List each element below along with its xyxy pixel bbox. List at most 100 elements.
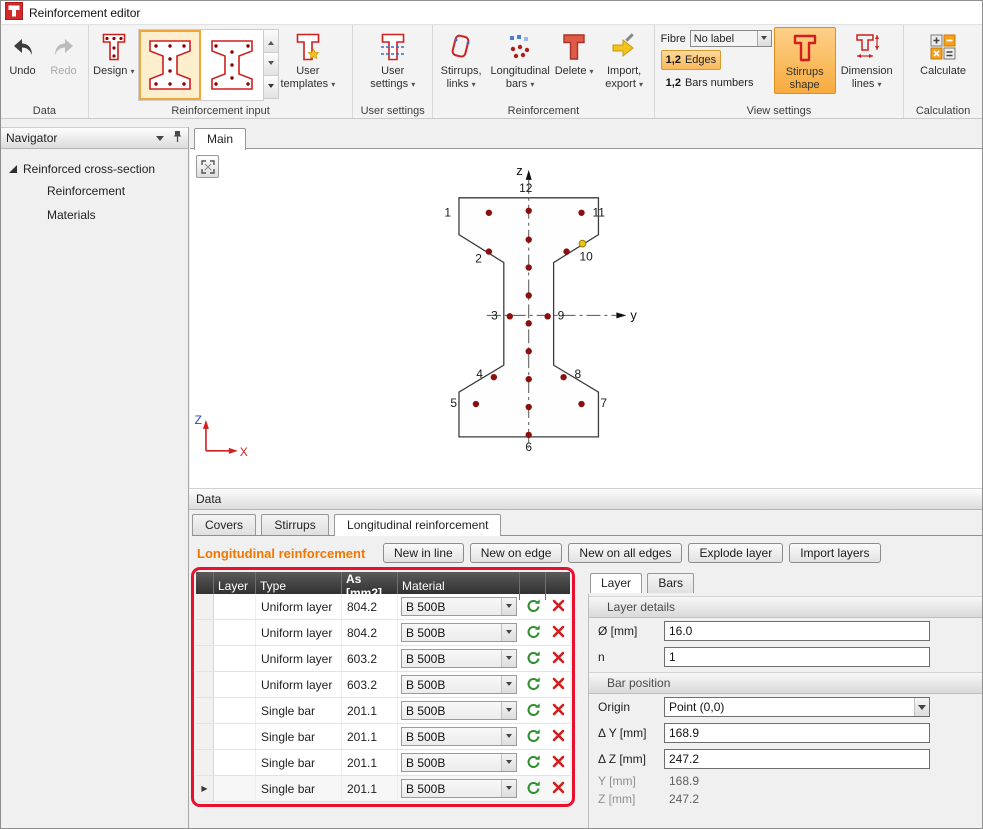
rebar-dot[interactable] (563, 248, 569, 254)
delete-button[interactable]: Delete ▾ (552, 27, 596, 80)
rebar-dot[interactable] (526, 208, 532, 214)
row-selector[interactable] (196, 776, 214, 801)
stirrups-links-button[interactable]: Stirrups, links ▾ (434, 27, 488, 92)
import-layers-button[interactable]: Import layers (789, 543, 880, 563)
calculate-button[interactable]: Calculate (908, 27, 978, 80)
value-input[interactable]: 247.2 (664, 749, 930, 769)
refresh-button[interactable] (526, 728, 541, 746)
design-button[interactable]: Design ▾ (90, 27, 138, 80)
refresh-button[interactable] (526, 780, 541, 798)
template-item-1[interactable] (139, 30, 201, 100)
row-selector[interactable] (196, 750, 214, 775)
selected-rebar-dot[interactable] (579, 240, 586, 247)
tree-item-reinforced-cross-section[interactable]: Reinforced cross-section (1, 159, 188, 179)
delete-row-button[interactable] (552, 599, 565, 615)
delete-row-button[interactable] (552, 703, 565, 719)
rebar-dot[interactable] (526, 236, 532, 242)
tree-item-reinforcement[interactable]: Reinforcement (1, 179, 188, 203)
delete-row-button[interactable] (552, 625, 565, 641)
table-row[interactable]: Single bar 201.1 B 500B (196, 776, 570, 802)
table-row[interactable]: Uniform layer 603.2 B 500B (196, 672, 570, 698)
navigator-dropdown-icon[interactable] (156, 136, 164, 145)
delete-row-button[interactable] (552, 755, 565, 771)
longitudinal-bars-button[interactable]: Longitudinal bars ▾ (488, 27, 552, 92)
tab-stirrups[interactable]: Stirrups (261, 514, 328, 535)
rebar-dot[interactable] (560, 374, 566, 380)
gallery-expand-button[interactable] (264, 76, 278, 98)
refresh-button[interactable] (526, 702, 541, 720)
table-row[interactable]: Single bar 201.1 B 500B (196, 698, 570, 724)
tab-layer[interactable]: Layer (590, 573, 642, 593)
tab-covers[interactable]: Covers (192, 514, 256, 535)
stirrups-shape-toggle[interactable]: Stirrups shape (774, 27, 836, 94)
user-settings-button[interactable]: User settings ▾ (362, 27, 424, 92)
rebar-dot[interactable] (526, 348, 532, 354)
refresh-button[interactable] (526, 754, 541, 772)
new-on-edge-button[interactable]: New on edge (470, 543, 563, 563)
table-row[interactable]: Uniform layer 804.2 B 500B (196, 620, 570, 646)
row-selector[interactable] (196, 646, 214, 671)
table-row[interactable]: Single bar 201.1 B 500B (196, 724, 570, 750)
delete-row-button[interactable] (552, 651, 565, 667)
rebar-dot[interactable] (526, 292, 532, 298)
explode-layer-button[interactable]: Explode layer (688, 543, 783, 563)
rebar-dot[interactable] (473, 401, 479, 407)
redo-button[interactable]: Redo (43, 27, 84, 80)
table-row[interactable]: Uniform layer 603.2 B 500B (196, 646, 570, 672)
new-on-all-edges-button[interactable]: New on all edges (568, 543, 682, 563)
rebar-dot[interactable] (507, 313, 513, 319)
rebar-dot[interactable] (526, 432, 532, 438)
import-export-button[interactable]: Import, export ▾ (596, 27, 652, 92)
row-selector[interactable] (196, 620, 214, 645)
zoom-extents-button[interactable] (196, 155, 219, 178)
origin-select[interactable]: Point (0,0) (664, 697, 930, 717)
new-in-line-button[interactable]: New in line (383, 543, 464, 563)
delete-row-button[interactable] (552, 677, 565, 693)
delete-row-button[interactable] (552, 729, 565, 745)
table-row[interactable]: Single bar 201.1 B 500B (196, 750, 570, 776)
material-combobox[interactable]: B 500B (401, 597, 517, 616)
refresh-button[interactable] (526, 650, 541, 668)
user-templates-button[interactable]: User templates ▾ (279, 27, 337, 92)
row-selector[interactable] (196, 724, 214, 749)
refresh-button[interactable] (526, 598, 541, 616)
table-row[interactable]: Uniform layer 804.2 B 500B (196, 594, 570, 620)
material-combobox[interactable]: B 500B (401, 623, 517, 642)
row-selector[interactable] (196, 594, 214, 619)
material-combobox[interactable]: B 500B (401, 779, 517, 798)
bars-numbers-toggle[interactable]: 1,2 Bars numbers (661, 73, 759, 93)
material-combobox[interactable]: B 500B (401, 701, 517, 720)
undo-button[interactable]: Undo (2, 27, 43, 80)
tab-longitudinal-reinforcement[interactable]: Longitudinal reinforcement (334, 514, 501, 536)
template-item-2[interactable] (201, 30, 263, 100)
rebar-dot[interactable] (486, 248, 492, 254)
dimension-lines-button[interactable]: Dimension lines ▾ (836, 27, 898, 92)
refresh-button[interactable] (526, 676, 541, 694)
material-combobox[interactable]: B 500B (401, 649, 517, 668)
rebar-dot[interactable] (526, 264, 532, 270)
rebar-dot[interactable] (526, 376, 532, 382)
delete-row-button[interactable] (552, 781, 565, 797)
cross-section-canvas[interactable]: z y 123456789101112 Z X (190, 149, 982, 488)
material-combobox[interactable]: B 500B (401, 753, 517, 772)
value-input[interactable]: 16.0 (664, 621, 930, 641)
material-combobox[interactable]: B 500B (401, 675, 517, 694)
rebar-dot[interactable] (578, 401, 584, 407)
rebar-dot[interactable] (526, 404, 532, 410)
tab-main[interactable]: Main (194, 128, 246, 150)
rebar-dot[interactable] (544, 313, 550, 319)
fibre-select[interactable]: No label (690, 30, 772, 47)
rebar-dot[interactable] (491, 374, 497, 380)
edges-toggle[interactable]: 1,2 Edges (661, 50, 722, 70)
tree-item-materials[interactable]: Materials (1, 203, 188, 227)
row-selector[interactable] (196, 698, 214, 723)
tree-expander-icon[interactable] (9, 165, 17, 173)
material-combobox[interactable]: B 500B (401, 727, 517, 746)
rebar-dot[interactable] (526, 320, 532, 326)
rebar-dot[interactable] (578, 210, 584, 216)
value-input[interactable]: 168.9 (664, 723, 930, 743)
refresh-button[interactable] (526, 624, 541, 642)
gallery-scroll-up-button[interactable] (264, 30, 278, 53)
tab-bars[interactable]: Bars (647, 573, 694, 593)
gallery-scroll-down-button[interactable] (264, 53, 278, 76)
